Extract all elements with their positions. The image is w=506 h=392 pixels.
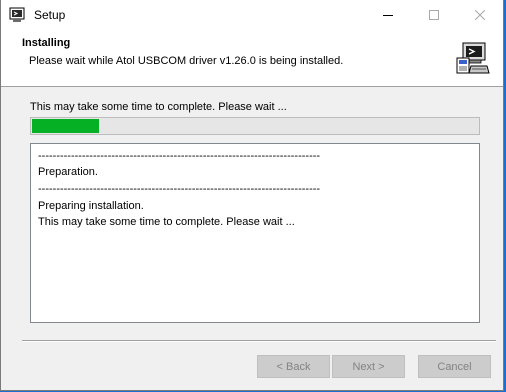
page-subtitle: Please wait while Atol USBCOM driver v1.… <box>29 55 344 67</box>
header-banner: Installing Please wait while Atol USBCOM… <box>1 30 503 87</box>
minimize-icon <box>383 15 393 16</box>
footer-separator <box>22 340 496 342</box>
close-icon <box>475 10 485 20</box>
back-button[interactable]: < Back <box>257 355 330 378</box>
title-bar[interactable]: Setup <box>1 0 503 30</box>
minimize-button[interactable] <box>365 0 411 30</box>
setup-window: Setup Installing Please wait while Atol … <box>0 0 504 391</box>
progress-bar <box>30 117 480 135</box>
next-button[interactable]: Next > <box>332 355 405 378</box>
progress-bar-fill <box>32 119 99 133</box>
progress-status-text: This may take some time to complete. Ple… <box>30 101 287 113</box>
log-line: ----------------------------------------… <box>38 150 321 162</box>
close-button[interactable] <box>457 0 503 30</box>
window-title: Setup <box>34 8 66 22</box>
setup-app-icon <box>9 7 25 23</box>
page-title: Installing <box>22 37 71 49</box>
log-line: Preparing installation. <box>38 200 144 212</box>
log-line: Preparation. <box>38 166 98 178</box>
installer-computer-icon <box>455 40 491 76</box>
maximize-icon <box>429 10 439 20</box>
log-line: This may take some time to complete. Ple… <box>38 216 295 228</box>
install-log[interactable]: ----------------------------------------… <box>30 143 480 323</box>
maximize-button[interactable] <box>411 0 457 30</box>
cancel-button[interactable]: Cancel <box>418 355 491 378</box>
log-line: ----------------------------------------… <box>38 183 321 195</box>
